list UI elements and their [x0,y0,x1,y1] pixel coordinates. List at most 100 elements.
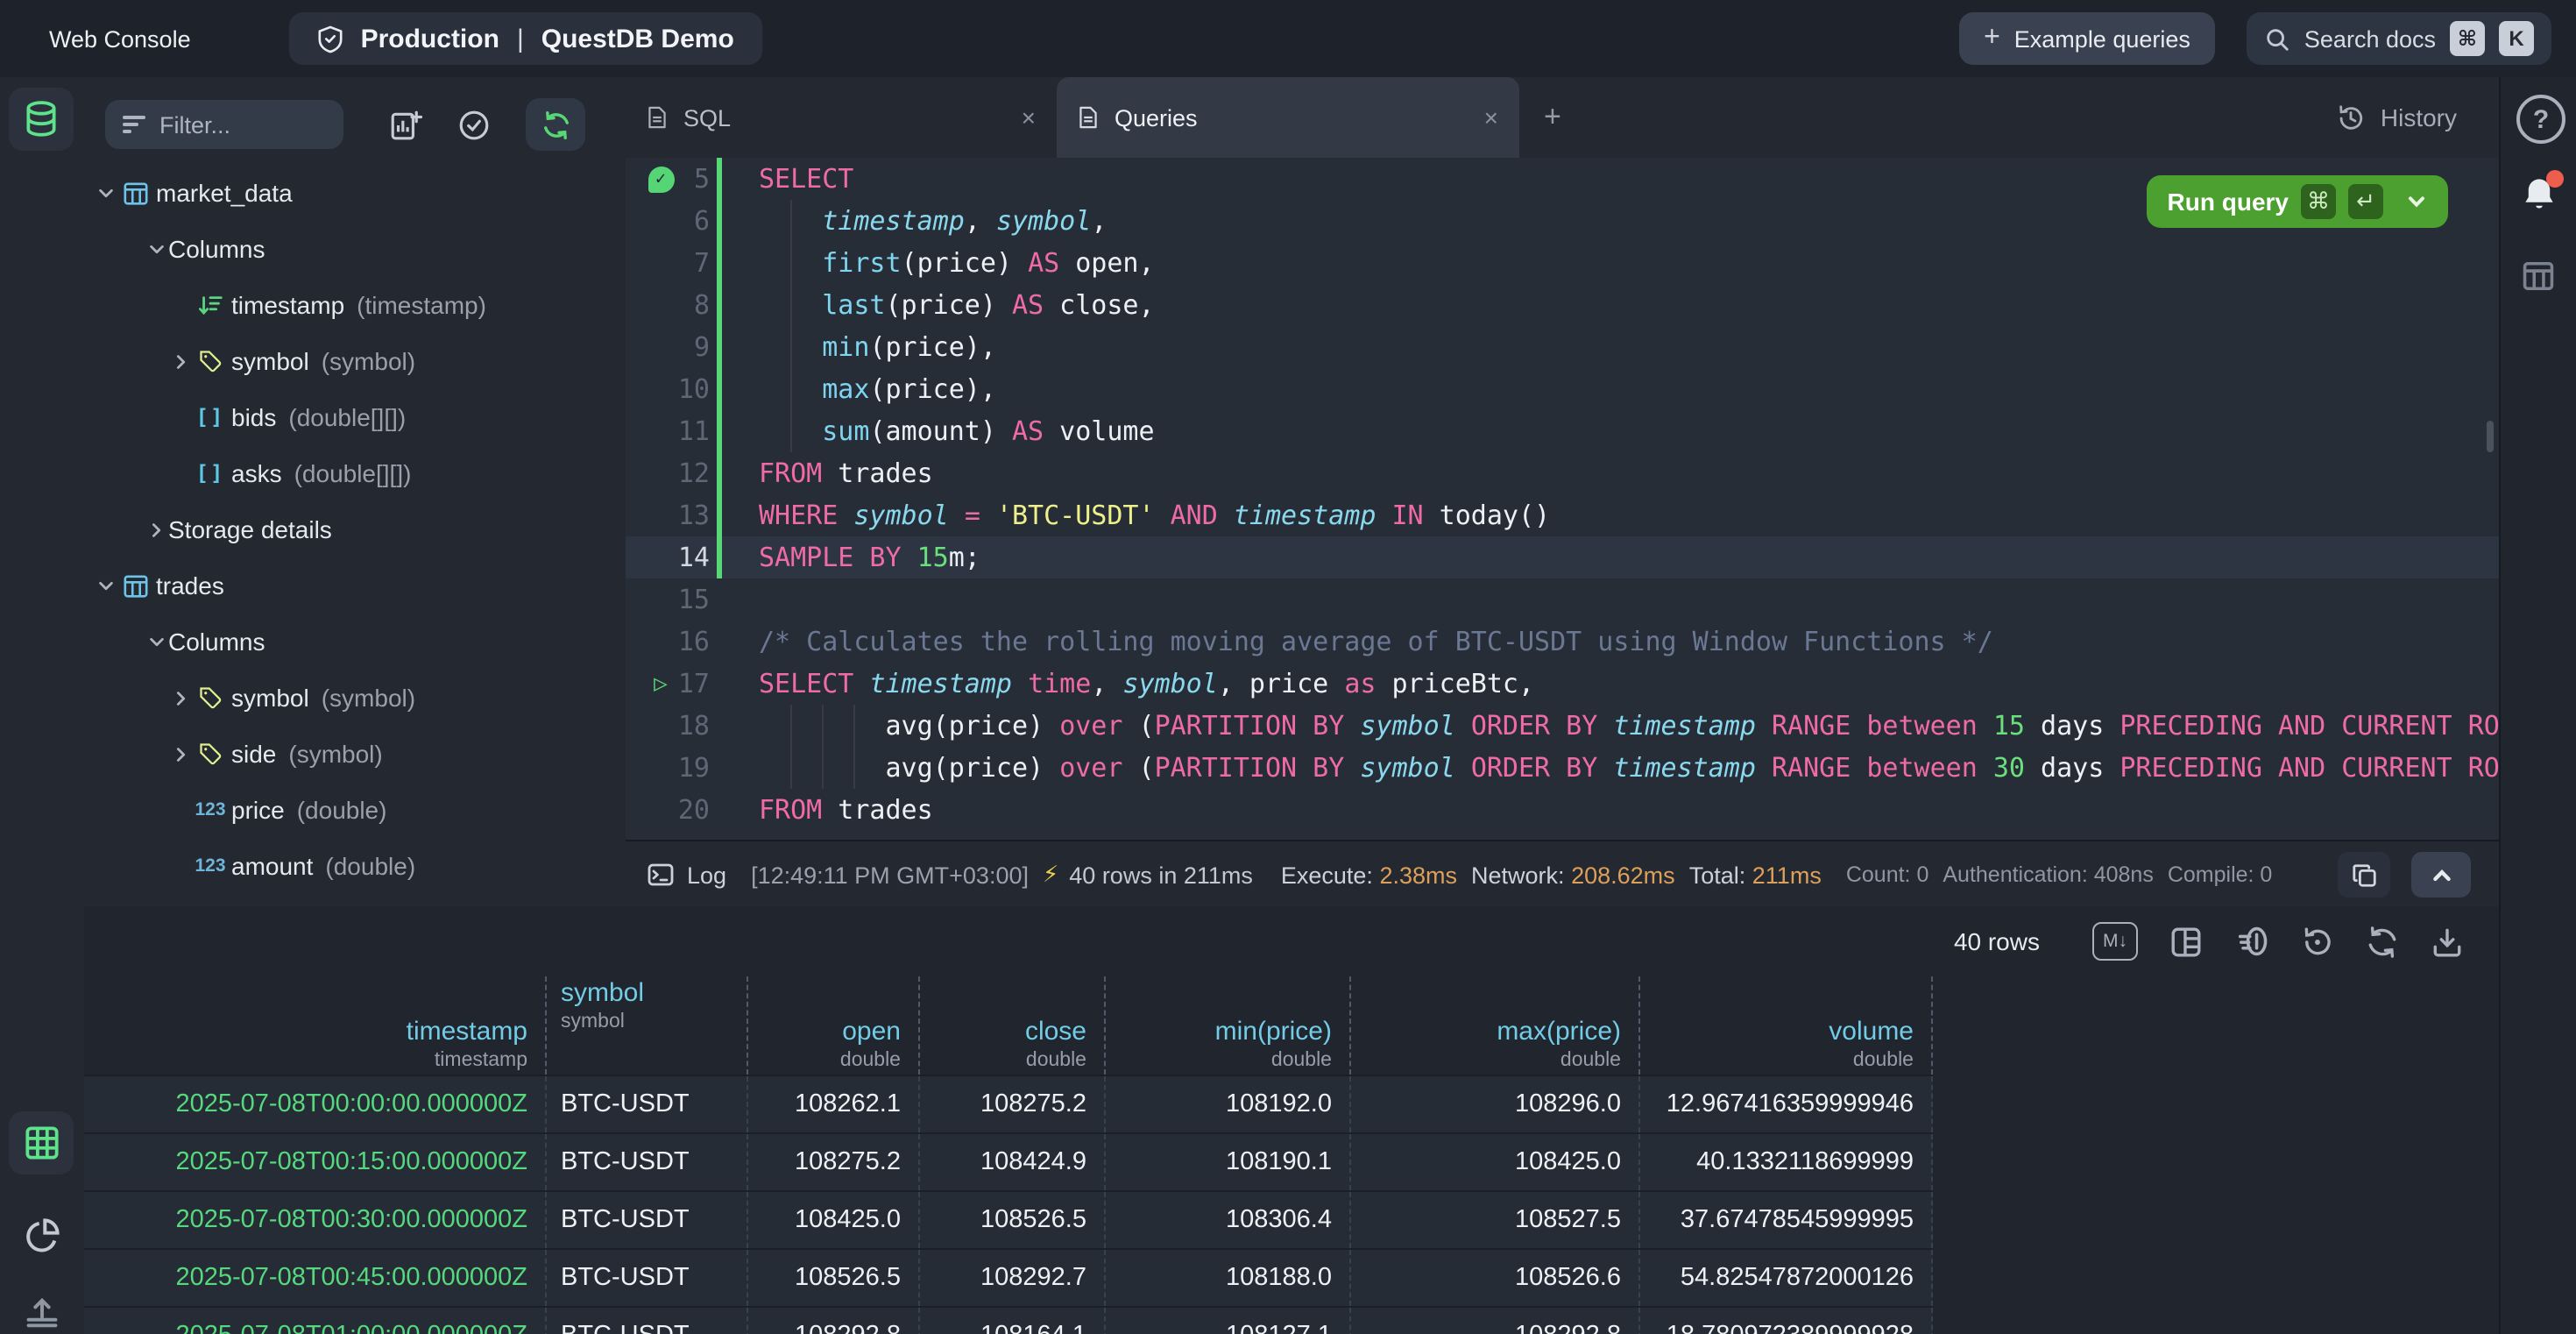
refresh-results-button[interactable] [2366,925,2399,958]
column-header-timestamp[interactable]: timestamptimestamp [84,976,547,1075]
collapse-log-button[interactable] [2411,852,2471,898]
cell[interactable]: BTC-USDT [547,1076,748,1132]
tree-item-Columns[interactable]: Columns [84,614,626,670]
tree-item-amount[interactable]: 123amount(double) [84,838,626,894]
cell[interactable]: 108425.0 [748,1192,920,1248]
sql-editor[interactable]: 5✓SELECT6 timestamp, symbol,7 first(pric… [626,158,2499,840]
chevron-right-icon[interactable] [168,688,193,707]
query-success-marker-icon[interactable]: ✓ [647,158,675,200]
copy-log-button[interactable] [2338,852,2390,898]
result-panel-button[interactable] [2522,259,2555,293]
notifications-button[interactable] [2520,175,2558,217]
cell[interactable]: 18.780972389999928 [1640,1308,1933,1334]
code-line[interactable]: avg(price) over (PARTITION BY symbol ORD… [759,747,2499,789]
column-header-max(price)[interactable]: max(price)double [1351,976,1640,1075]
cell[interactable]: 108296.0 [1351,1076,1640,1132]
import-nav-button[interactable] [9,1287,74,1334]
cell[interactable]: 2025-07-08T00:00:00.000000Z [84,1076,547,1132]
code-line[interactable]: SELECT timestamp time, symbol, price as … [759,663,1534,705]
cell[interactable]: 12.967416359999946 [1640,1076,1933,1132]
cell[interactable]: 108425.0 [1351,1134,1640,1190]
tree-item-symbol[interactable]: symbol(symbol) [84,333,626,389]
code-line[interactable]: last(price) AS close, [759,284,1155,326]
code-line[interactable]: timestamp, symbol, [759,200,1107,242]
run-options-chevron-icon[interactable] [2406,191,2427,212]
tree-item-side[interactable]: side(symbol) [84,726,626,782]
column-header-volume[interactable]: volumedouble [1640,976,1933,1075]
code-line[interactable]: FROM trades [759,789,933,831]
tab-sql[interactable]: SQL× [626,77,1057,158]
code-line[interactable]: /* Calculates the rolling moving average… [759,621,1993,663]
cell[interactable]: 40.1332118699999 [1640,1134,1933,1190]
filter-input[interactable]: Filter... [105,100,343,149]
download-results-button[interactable] [2431,925,2464,958]
log-toggle[interactable]: Log [647,861,726,889]
cell[interactable]: 108164.1 [920,1308,1106,1334]
tables-nav-button[interactable] [9,88,74,151]
cell[interactable]: 108275.2 [920,1076,1106,1132]
search-docs-button[interactable]: Search docs ⌘ K [2247,12,2551,65]
tree-item-Columns[interactable]: Columns [84,221,626,277]
cell[interactable]: 108192.0 [1106,1076,1351,1132]
tab-queries[interactable]: Queries× [1057,77,1519,158]
instance-badge[interactable]: Production | QuestDB Demo [289,12,762,65]
code-line[interactable]: SAMPLE BY 15m; [759,536,980,578]
new-tab-button[interactable]: + [1544,100,1561,135]
code-line[interactable]: SELECT [759,158,853,200]
code-line[interactable]: sum(amount) AS volume [759,410,1155,452]
tree-item-timestamp[interactable]: timestamp(timestamp) [84,894,626,906]
column-header-symbol[interactable]: symbolsymbol [547,976,748,1075]
tree-item-timestamp[interactable]: timestamp(timestamp) [84,277,626,333]
cell[interactable]: 108292.8 [748,1308,920,1334]
tree-item-bids[interactable]: []bids(double[][]) [84,389,626,445]
tree-item-symbol[interactable]: symbol(symbol) [84,670,626,726]
close-icon[interactable]: × [1022,103,1036,131]
chevron-down-icon[interactable] [93,576,117,595]
cell[interactable]: 2025-07-08T00:30:00.000000Z [84,1192,547,1248]
cell[interactable]: 37.67478545999995 [1640,1192,1933,1248]
code-line[interactable]: max(price), [759,368,996,410]
query-history-button[interactable] [2301,925,2334,958]
code-line[interactable]: min(price), [759,326,996,368]
tree-item-Storage details[interactable]: Storage details [84,501,626,557]
run-line-marker-icon[interactable]: ▷ [647,663,675,705]
cell[interactable]: 2025-07-08T01:00:00.000000Z [84,1308,547,1334]
cell[interactable]: 108188.0 [1106,1250,1351,1306]
code-line[interactable]: FROM trades [759,452,933,494]
cell[interactable]: BTC-USDT [547,1308,748,1334]
chevron-down-icon[interactable] [144,632,168,651]
cell[interactable]: 108292.7 [920,1250,1106,1306]
cell[interactable]: 108190.1 [1106,1134,1351,1190]
tree-item-trades[interactable]: trades [84,557,626,614]
cell[interactable]: 108526.5 [748,1250,920,1306]
refresh-schema-button[interactable] [526,98,585,151]
column-header-open[interactable]: opendouble [748,976,920,1075]
code-line[interactable]: first(price) AS open, [759,242,1155,284]
cell[interactable]: 2025-07-08T00:15:00.000000Z [84,1134,547,1190]
run-query-button[interactable]: Run query ⌘ ↵ [2147,175,2448,228]
cell[interactable]: 108424.9 [920,1134,1106,1190]
cell[interactable]: 2025-07-08T00:45:00.000000Z [84,1250,547,1306]
chevron-right-icon[interactable] [144,520,168,539]
check-circle-icon[interactable] [457,108,491,141]
example-queries-button[interactable]: + Example queries [1959,12,2215,65]
cell[interactable]: 108527.5 [1351,1192,1640,1248]
cell[interactable]: 108127.1 [1106,1308,1351,1334]
column-header-min(price)[interactable]: min(price)double [1106,976,1351,1075]
chevron-right-icon[interactable] [168,351,193,371]
tree-item-asks[interactable]: []asks(double[][]) [84,445,626,501]
code-line[interactable]: avg(price) over (PARTITION BY symbol ORD… [759,705,2499,747]
chevron-down-icon[interactable] [93,183,117,202]
cell[interactable]: 108292.8 [1351,1308,1640,1334]
help-button[interactable]: ? [2516,95,2565,144]
cell[interactable]: 108262.1 [748,1076,920,1132]
close-icon[interactable]: × [1484,103,1498,131]
column-header-close[interactable]: closedouble [920,976,1106,1075]
chevron-down-icon[interactable] [144,239,168,259]
add-matview-button[interactable] [389,108,422,141]
code-line[interactable]: WHERE symbol = 'BTC-USDT' AND timestamp … [759,494,1550,536]
cell[interactable]: 108526.5 [920,1192,1106,1248]
cell[interactable]: 108526.6 [1351,1250,1640,1306]
cell[interactable]: BTC-USDT [547,1250,748,1306]
layout-columns-button[interactable] [2169,925,2203,958]
